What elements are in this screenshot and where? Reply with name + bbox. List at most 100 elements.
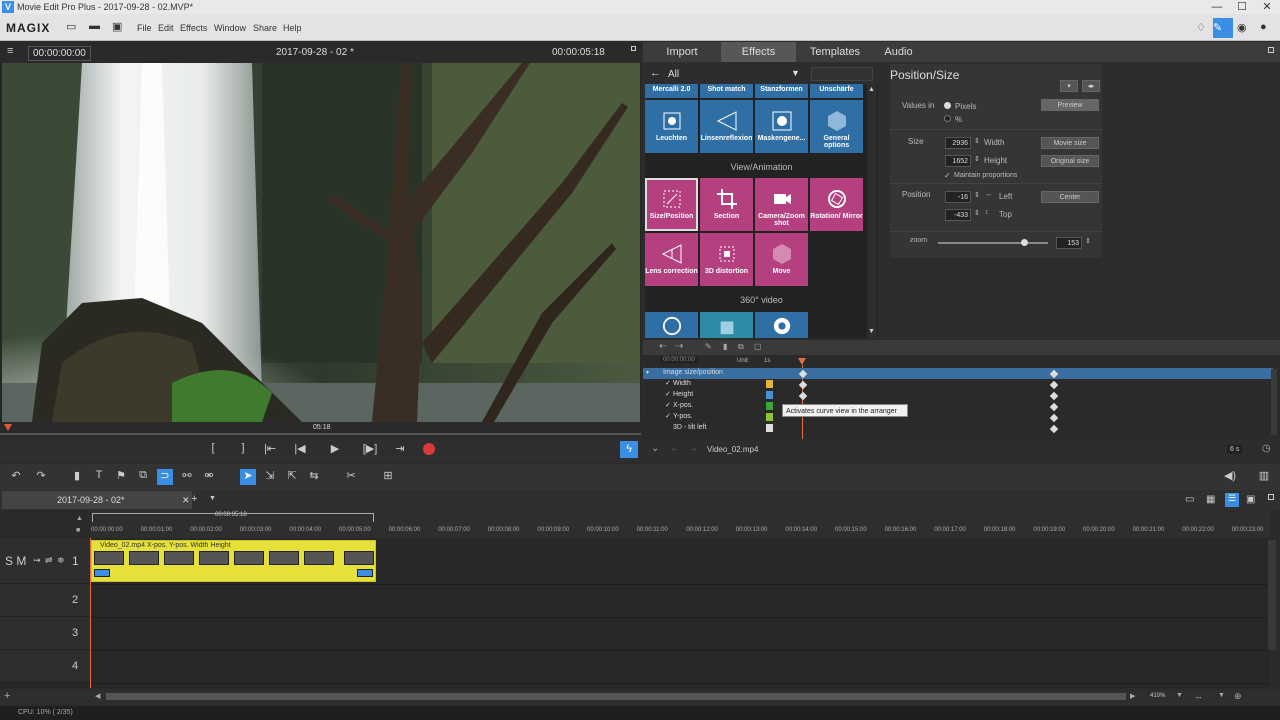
group-icon[interactable]: ⧉ [135, 469, 151, 485]
record-icon[interactable] [423, 443, 435, 455]
maximize-button[interactable]: ☐ [1231, 0, 1253, 14]
timeline-hscroll[interactable]: ◀ ▶ 410% ▼ ↔ ▼ ⊕ [90, 690, 1280, 704]
marker-flag-icon[interactable]: ⚑ [113, 469, 129, 485]
zoom-dropdown-icon[interactable]: ▼ [1176, 692, 1183, 699]
menu-share[interactable]: Share [253, 23, 277, 33]
lightbulb-icon[interactable]: ♢ [1196, 21, 1210, 35]
copy-keyframe-icon[interactable]: ⧉ [738, 342, 744, 352]
tile-general-options[interactable]: General options [810, 100, 863, 153]
reset-icon[interactable]: ◂▸ [1082, 80, 1100, 92]
tile-360-b[interactable] [700, 312, 753, 338]
tile-camera-zoom[interactable]: Camera/Zoom shot [755, 178, 808, 231]
multicam-mode-icon[interactable]: ▣ [1246, 494, 1255, 505]
fade-in-icon[interactable] [94, 569, 110, 577]
scroll-down-icon[interactable]: ▼ [868, 328, 875, 335]
tile-unschaerfe[interactable]: Unschärfe [810, 84, 863, 98]
center-button[interactable]: Center [1041, 191, 1099, 203]
project-tab[interactable]: 2017-09-28 - 02* ✕ [2, 491, 192, 509]
zoom-slider-handle[interactable] [1020, 239, 1028, 246]
radio-pixels[interactable] [944, 102, 951, 109]
add-keyframe-icon[interactable]: ✎ [705, 342, 712, 351]
menu-effects[interactable]: Effects [180, 23, 207, 33]
tile-360-a[interactable] [645, 312, 698, 338]
kf-row-3d-tilt[interactable]: 3D - tilt left [643, 423, 1273, 434]
tile-leuchten[interactable]: Leuchten [645, 100, 698, 153]
loop-range[interactable] [92, 513, 374, 522]
checkbox-icon[interactable]: ✓ [665, 401, 671, 409]
overview-mode-icon[interactable]: ▦ [1206, 494, 1215, 505]
preview-button[interactable]: Preview [1041, 99, 1099, 111]
tile-360-c[interactable] [755, 312, 808, 338]
title-text-icon[interactable]: T [91, 469, 107, 485]
lock-track-icon[interactable]: ⇝ [33, 555, 41, 566]
radio-percent[interactable] [944, 115, 951, 122]
track-header-3[interactable]: 3 [0, 617, 90, 650]
tile-mercalli[interactable]: Mercalli 2.0 [645, 84, 698, 98]
track-effects-icon[interactable]: ⇌ [45, 555, 53, 566]
zoom-in-icon[interactable]: ⊕ [1234, 691, 1242, 702]
tab-effects[interactable]: Effects [721, 42, 796, 62]
effects-scrollbar[interactable]: ▲ ▼ [867, 84, 877, 338]
help-icon[interactable]: ● [1260, 21, 1274, 35]
zoom-input[interactable]: 153 [1056, 237, 1082, 249]
tile-3d-distortion[interactable]: 3D distortion [700, 233, 753, 286]
track-header-2[interactable]: 2 [0, 584, 90, 617]
left-input[interactable]: -16 [945, 191, 971, 203]
undock-icon[interactable] [1268, 494, 1274, 500]
previous-marker-icon[interactable]: |◀ [292, 442, 308, 456]
tracks-scrollbar[interactable] [1268, 540, 1276, 650]
play-icon[interactable]: ▶ [327, 442, 343, 456]
solo-mute-buttons[interactable]: S M [5, 554, 26, 568]
width-input[interactable]: 2936 [945, 137, 971, 149]
zoom-spinner-icon[interactable]: ⇕ [1085, 237, 1091, 245]
undo-icon[interactable]: ⇠ [659, 341, 667, 352]
original-size-button[interactable]: Original size [1041, 155, 1099, 167]
go-to-end-icon[interactable]: ⇥ [392, 442, 408, 456]
tab-templates[interactable]: Templates [796, 42, 874, 62]
tile-section[interactable]: Section [700, 178, 753, 231]
kf-row-ypos[interactable]: ✓ Y-pos. [643, 412, 1273, 423]
height-input[interactable]: 1652 [945, 155, 971, 167]
menu-icon[interactable]: ≡ [7, 46, 13, 57]
save-icon[interactable]: ▣ [112, 20, 126, 34]
fade-out-icon[interactable] [357, 569, 373, 577]
track-header-4[interactable]: 4 [0, 650, 90, 683]
back-icon[interactable]: ← [670, 443, 680, 454]
scroll-right-icon[interactable]: ▶ [1130, 692, 1135, 700]
height-spinner-icon[interactable]: ⇕ [974, 155, 980, 163]
scrub-track[interactable] [0, 433, 641, 435]
timeline-mode-icon[interactable]: ☰ [1225, 493, 1239, 507]
video-preview[interactable] [2, 63, 640, 422]
loop-icon[interactable]: ⊃ [157, 469, 173, 485]
hscroll-thumb[interactable] [106, 693, 1126, 700]
insert-icon[interactable]: ⊞ [380, 469, 396, 485]
stretch-icon[interactable]: ⇆ [306, 469, 322, 485]
menu-edit[interactable]: Edit [158, 23, 174, 33]
zoom-slider[interactable] [938, 242, 1048, 244]
settings-icon[interactable]: ◉ [1237, 21, 1251, 35]
left-spinner-icon[interactable]: ⇕ [974, 191, 980, 199]
scroll-up-icon[interactable]: ▲ [868, 86, 875, 93]
tile-linsenreflexion[interactable]: Linsenreflexion [700, 100, 753, 153]
link-icon[interactable]: ⚯ [179, 469, 195, 485]
checkbox-maintain[interactable]: ✓ [944, 171, 951, 180]
forward-icon[interactable]: → [688, 443, 698, 454]
pointer-tool-icon[interactable]: ➤ [240, 469, 256, 485]
checkbox-icon[interactable]: ✓ [665, 412, 671, 420]
lightning-icon[interactable]: ϟ [620, 441, 638, 458]
unlink-icon[interactable]: ⚮ [201, 469, 217, 485]
kf-row-height[interactable]: ✓ Height [643, 390, 1273, 401]
tile-size-position[interactable]: Size/Position [645, 178, 698, 231]
zoom-fit-icon[interactable]: ↔ [1194, 691, 1203, 701]
close-tab-icon[interactable]: ✕ [182, 491, 190, 509]
speaker-icon[interactable]: ◀) [1222, 469, 1238, 485]
zoom-menu-icon[interactable]: ▼ [1218, 692, 1225, 699]
tile-move[interactable]: Move [755, 233, 808, 286]
tab-audio[interactable]: Audio [874, 42, 923, 62]
redo-icon[interactable]: ↷ [33, 469, 49, 485]
delete-keyframe-icon[interactable]: ▮ [723, 342, 727, 351]
tools-icon[interactable]: ✎ [1213, 18, 1233, 38]
back-arrow-icon[interactable]: ← [650, 67, 661, 79]
select-tool-icon[interactable]: ⇲ [262, 469, 278, 485]
track-options-icon[interactable]: ≑ [57, 555, 65, 566]
